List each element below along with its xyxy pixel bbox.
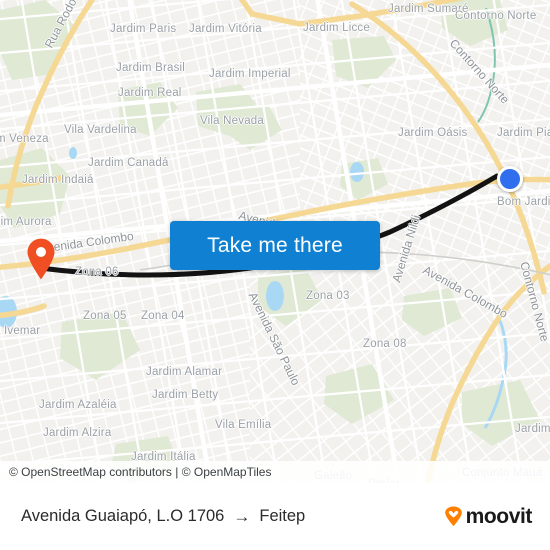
destination-marker-dot[interactable] <box>497 166 523 192</box>
map-pin-icon <box>27 238 55 280</box>
attribution-text[interactable]: © OpenStreetMap contributors | © OpenMap… <box>0 465 271 479</box>
arrow-right-icon: → <box>233 506 251 526</box>
trip-summary: Avenida Guaiapó, L.O 1706 → Feitep <box>21 507 305 527</box>
moovit-trip-map-screen: Jardim Sumaré Jardim Paris Jardim Vitória J… <box>0 0 550 550</box>
moovit-logo[interactable]: moovit <box>443 505 532 529</box>
take-me-there-button[interactable]: Take me there <box>170 221 380 270</box>
map-canvas[interactable]: Jardim Sumaré Jardim Paris Jardim Vitória J… <box>0 0 550 483</box>
moovit-pin-icon <box>444 506 462 527</box>
map-attribution-bar: © OpenStreetMap contributors | © OpenMap… <box>0 461 550 483</box>
trip-destination-label: Feitep <box>259 507 306 525</box>
origin-marker-pin[interactable] <box>26 238 56 280</box>
footer-bar: Avenida Guaiapó, L.O 1706 → Feitep moovi… <box>0 483 550 550</box>
moovit-wordmark: moovit <box>465 504 533 528</box>
trip-origin-label: Avenida Guaiapó, L.O 1706 <box>21 507 225 525</box>
